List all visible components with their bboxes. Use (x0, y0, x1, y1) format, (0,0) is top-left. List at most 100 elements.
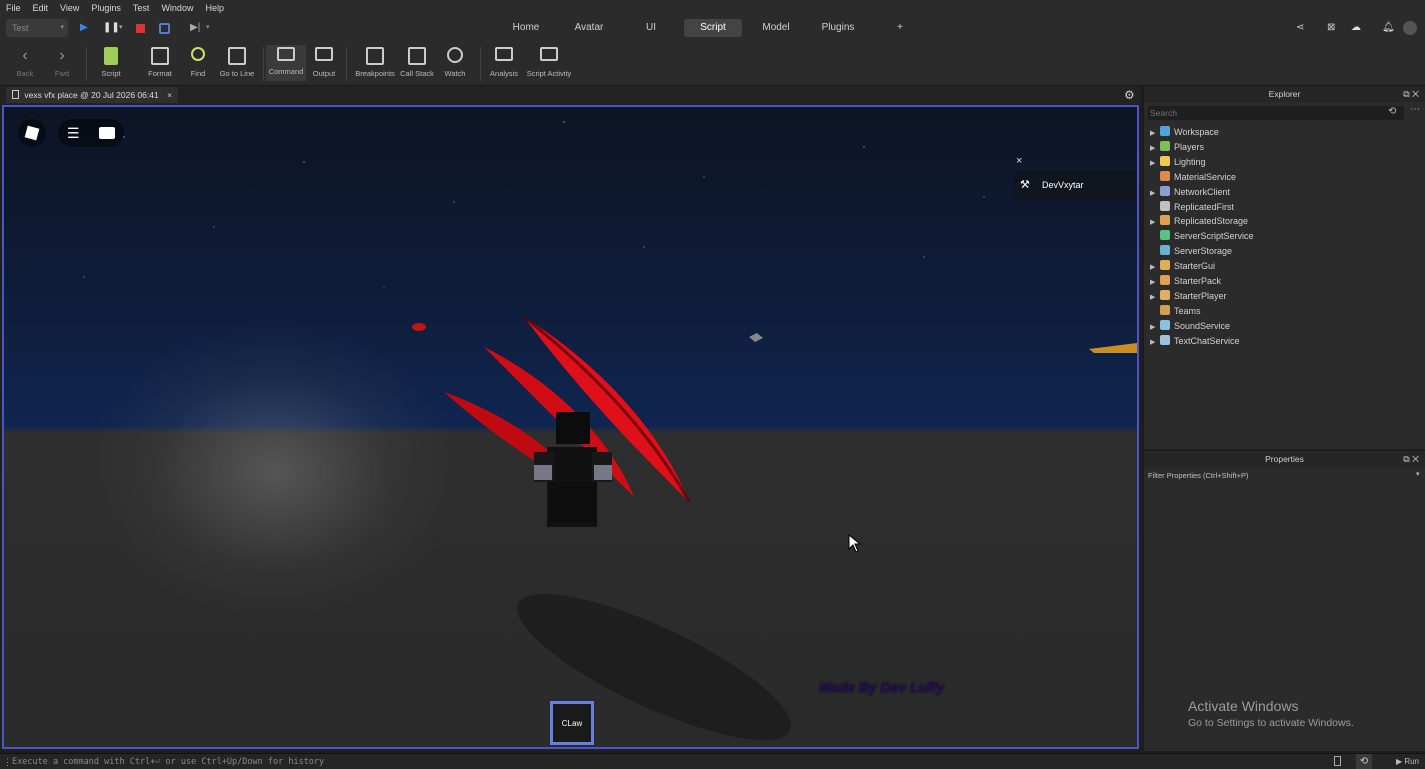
analysis-button[interactable]: Analysis (487, 47, 521, 78)
pause-icon[interactable]: ❚❚ (103, 21, 120, 35)
chevron-down-icon[interactable]: ▾ (1416, 470, 1420, 478)
chat-icon[interactable] (99, 127, 115, 139)
popout-icon[interactable]: ⧉ (1403, 454, 1409, 464)
tab-add[interactable]: + (890, 19, 910, 37)
stop-icon[interactable] (136, 24, 145, 33)
service-icon (1160, 319, 1170, 330)
avatar[interactable] (1403, 21, 1417, 35)
command-bar: ⋮ Execute a command with Ctrl+⏎ or use C… (0, 753, 1425, 769)
explorer-item[interactable]: ▶ NetworkClient (1150, 185, 1230, 200)
player-name[interactable]: DevVxytar (1042, 180, 1084, 190)
more-icon[interactable]: ⋯ (1410, 104, 1420, 115)
expand-arrow-icon[interactable]: ▶ (1150, 141, 1160, 156)
expand-arrow-icon[interactable]: ▶ (1150, 215, 1160, 230)
bookmark-icon[interactable] (1334, 756, 1341, 766)
forward-button[interactable]: › Fwd (49, 47, 75, 78)
chevron-down-icon[interactable]: ▾ (206, 21, 210, 35)
explorer-item[interactable]: ▶ Lighting (1150, 155, 1206, 170)
expand-arrow-icon[interactable]: ▶ (1150, 156, 1160, 171)
breakpoints-button[interactable]: Breakpoints (353, 47, 397, 78)
output-label: Output (312, 69, 336, 78)
expand-arrow-icon[interactable]: ▶ (1150, 290, 1160, 305)
command-button[interactable]: Command (266, 45, 306, 81)
activate-windows-watermark: Activate Windows Go to Settings to activ… (1188, 698, 1354, 729)
expand-arrow-icon[interactable]: ▶ (1150, 186, 1160, 201)
chevron-down-icon[interactable]: ▾ (119, 21, 123, 35)
explorer-item[interactable]: ▶ SoundService (1150, 319, 1230, 334)
tab-home[interactable]: Home (506, 19, 546, 37)
menu-file[interactable]: File (0, 3, 27, 13)
step-icon[interactable]: ▶| (190, 21, 200, 35)
bell-icon[interactable]: 🔔︎ (1382, 21, 1395, 35)
share-icon[interactable]: ⋖ (1296, 21, 1304, 35)
explorer-item[interactable]: ▶ Workspace (1150, 125, 1219, 140)
tab-plugins[interactable]: Plugins (814, 19, 862, 37)
popout-icon[interactable]: ⧉ (1403, 89, 1409, 99)
close-icon[interactable]: ✕ (1412, 454, 1419, 464)
expand-arrow-icon[interactable]: ▶ (1150, 275, 1160, 290)
expand-arrow-icon[interactable]: ▶ (1150, 335, 1160, 350)
explorer-item[interactable]: ServerScriptService (1150, 229, 1254, 244)
doc-tab-place[interactable]: vexs vfx place @ 20 Jul 2026 06:41 × (6, 87, 179, 103)
close-icon[interactable]: ✕ (1412, 89, 1419, 99)
hamburger-icon[interactable]: ☰ (67, 125, 80, 141)
roblox-menu-button[interactable] (18, 119, 46, 147)
service-icon (1160, 245, 1170, 256)
toolbar-divider (86, 47, 87, 81)
go-to-line-label: Go to Line (219, 69, 255, 78)
grid-icon[interactable]: ⊠ (1327, 21, 1335, 35)
service-icon (1160, 334, 1170, 345)
explorer-item[interactable]: ▶ Players (1150, 140, 1204, 155)
menu-help[interactable]: Help (199, 3, 230, 13)
explorer-item[interactable]: ▶ StarterPlayer (1150, 289, 1227, 304)
explorer-item[interactable]: Teams (1150, 304, 1201, 319)
explorer-item[interactable]: ReplicatedFirst (1150, 200, 1234, 215)
menu-plugins[interactable]: Plugins (85, 3, 127, 13)
player-list-close-icon[interactable]: × (1016, 155, 1022, 167)
run-button[interactable]: ▶ Run (1396, 755, 1419, 769)
hotbar-slot[interactable]: CLaw (550, 701, 594, 745)
format-button[interactable]: Format (143, 47, 177, 78)
explorer-item[interactable]: ▶ StarterPack (1150, 274, 1221, 289)
find-button[interactable]: Find (184, 47, 212, 78)
close-icon[interactable]: × (167, 90, 172, 100)
tab-script[interactable]: Script (684, 19, 742, 37)
explorer-item[interactable]: MaterialService (1150, 170, 1236, 185)
output-button[interactable]: Output (309, 47, 339, 78)
cloud-icon[interactable]: ☁ (1351, 21, 1361, 35)
expand-arrow-icon[interactable]: ▶ (1150, 320, 1160, 335)
menu-view[interactable]: View (54, 3, 85, 13)
play-icon[interactable]: ▶ (80, 21, 88, 35)
call-stack-button[interactable]: Call Stack (398, 47, 436, 78)
watch-button[interactable]: Watch (441, 47, 469, 78)
menu-test[interactable]: Test (127, 3, 156, 13)
script-activity-button[interactable]: Script Activity (524, 47, 574, 78)
go-to-line-button[interactable]: Go to Line (217, 47, 257, 78)
explorer-item[interactable]: ▶ TextChatService (1150, 334, 1240, 349)
expand-arrow-icon[interactable]: ▶ (1150, 260, 1160, 275)
explorer-item-label: ServerScriptService (1174, 231, 1254, 242)
back-button[interactable]: ‹ Back (12, 47, 38, 78)
gear-icon[interactable]: ⚙ (1124, 87, 1135, 103)
script-button[interactable]: Script (95, 47, 127, 78)
mode-select[interactable]: Test ▾ (6, 19, 68, 37)
service-icon (1160, 260, 1170, 271)
explorer-item-label: MaterialService (1174, 171, 1237, 182)
tab-avatar[interactable]: Avatar (566, 19, 612, 37)
script-activity-icon (540, 47, 558, 61)
tab-model[interactable]: Model (754, 19, 798, 37)
tab-ui[interactable]: UI (636, 19, 666, 37)
properties-filter-input[interactable]: Filter Properties (Ctrl+Shift+P) (1148, 470, 1418, 482)
game-viewport[interactable]: ☰ × ⚒ DevVxytar Made By Dev Luffy CLaw (2, 105, 1139, 749)
menu-window[interactable]: Window (155, 3, 199, 13)
menu-edit[interactable]: Edit (27, 3, 55, 13)
expand-arrow-icon[interactable]: ▶ (1150, 126, 1160, 141)
client-server-icon[interactable] (159, 23, 170, 34)
explorer-search-input[interactable] (1148, 106, 1404, 120)
command-input[interactable]: Execute a command with Ctrl+⏎ or use Ctr… (12, 755, 1312, 769)
explorer-item[interactable]: ▶ StarterGui (1150, 259, 1215, 274)
history-icon[interactable]: ⟲ (1388, 106, 1396, 117)
explorer-item[interactable]: ▶ ReplicatedStorage (1150, 214, 1248, 229)
history-icon[interactable]: ⟲ (1356, 754, 1372, 769)
explorer-item[interactable]: ServerStorage (1150, 244, 1232, 259)
